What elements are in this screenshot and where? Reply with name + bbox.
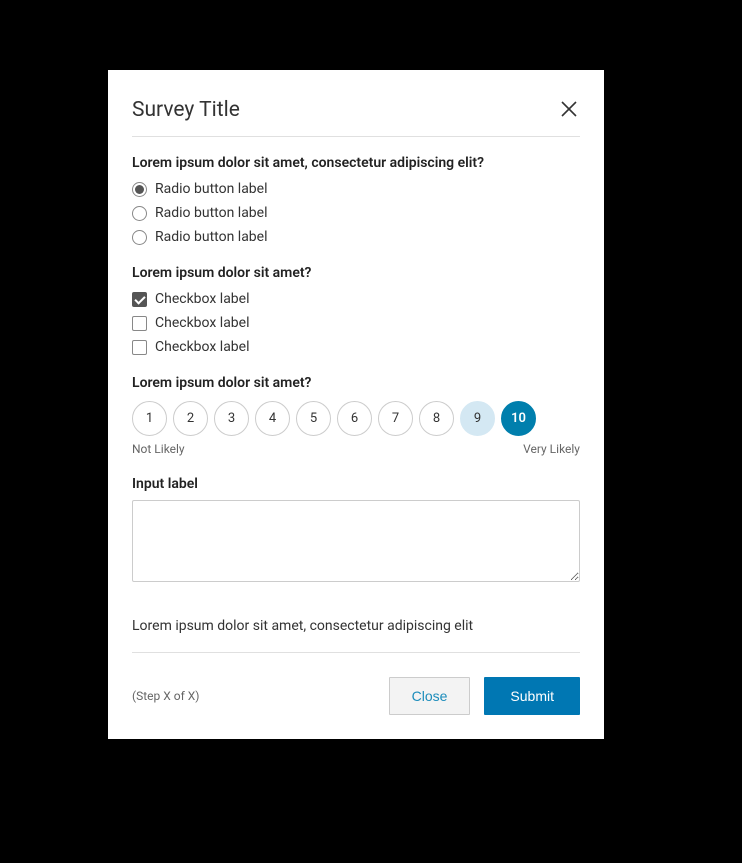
radio-label: Radio button label [155, 229, 268, 245]
radio-icon [132, 182, 147, 197]
question-label: Lorem ipsum dolor sit amet? [132, 265, 580, 281]
checkbox-label: Checkbox label [155, 315, 250, 331]
question-input: Input label [132, 476, 580, 586]
question-radio: Lorem ipsum dolor sit amet, consectetur … [132, 155, 580, 245]
checkbox-label: Checkbox label [155, 291, 250, 307]
survey-description: Lorem ipsum dolor sit amet, consectetur … [132, 618, 580, 634]
likert-button[interactable]: 6 [337, 401, 372, 436]
close-button[interactable]: Close [389, 677, 471, 715]
radio-icon [132, 206, 147, 221]
likert-button[interactable]: 4 [255, 401, 290, 436]
question-likert: Lorem ipsum dolor sit amet? 12345678910 … [132, 375, 580, 456]
text-input[interactable] [132, 500, 580, 582]
likert-button[interactable]: 8 [419, 401, 454, 436]
submit-button[interactable]: Submit [484, 677, 580, 715]
modal-footer: (Step X of X) Close Submit [132, 677, 580, 715]
checkbox-icon [132, 340, 147, 355]
modal-header: Survey Title [132, 98, 580, 137]
radio-icon [132, 230, 147, 245]
likert-button[interactable]: 2 [173, 401, 208, 436]
radio-label: Radio button label [155, 181, 268, 197]
likert-button[interactable]: 10 [501, 401, 536, 436]
likert-high-label: Very Likely [523, 442, 580, 456]
likert-low-label: Not Likely [132, 442, 185, 456]
likert-button[interactable]: 5 [296, 401, 331, 436]
checkbox-option[interactable]: Checkbox label [132, 291, 580, 307]
step-indicator: (Step X of X) [132, 689, 199, 703]
radio-label: Radio button label [155, 205, 268, 221]
checkbox-option[interactable]: Checkbox label [132, 315, 580, 331]
checkbox-icon [132, 292, 147, 307]
input-label: Input label [132, 476, 580, 492]
checkbox-label: Checkbox label [155, 339, 250, 355]
survey-modal: Survey Title Lorem ipsum dolor sit amet,… [108, 70, 604, 739]
likert-labels: Not Likely Very Likely [132, 442, 580, 456]
radio-option[interactable]: Radio button label [132, 181, 580, 197]
checkbox-option[interactable]: Checkbox label [132, 339, 580, 355]
radio-option[interactable]: Radio button label [132, 205, 580, 221]
modal-title: Survey Title [132, 98, 240, 122]
question-label: Lorem ipsum dolor sit amet, consectetur … [132, 155, 580, 171]
question-checkbox: Lorem ipsum dolor sit amet? Checkbox lab… [132, 265, 580, 355]
likert-button[interactable]: 7 [378, 401, 413, 436]
likert-button[interactable]: 3 [214, 401, 249, 436]
footer-divider [132, 652, 580, 653]
likert-button[interactable]: 1 [132, 401, 167, 436]
question-label: Lorem ipsum dolor sit amet? [132, 375, 580, 391]
radio-option[interactable]: Radio button label [132, 229, 580, 245]
likert-button[interactable]: 9 [460, 401, 495, 436]
checkbox-icon [132, 316, 147, 331]
footer-actions: Close Submit [389, 677, 580, 715]
close-icon[interactable] [558, 98, 580, 120]
